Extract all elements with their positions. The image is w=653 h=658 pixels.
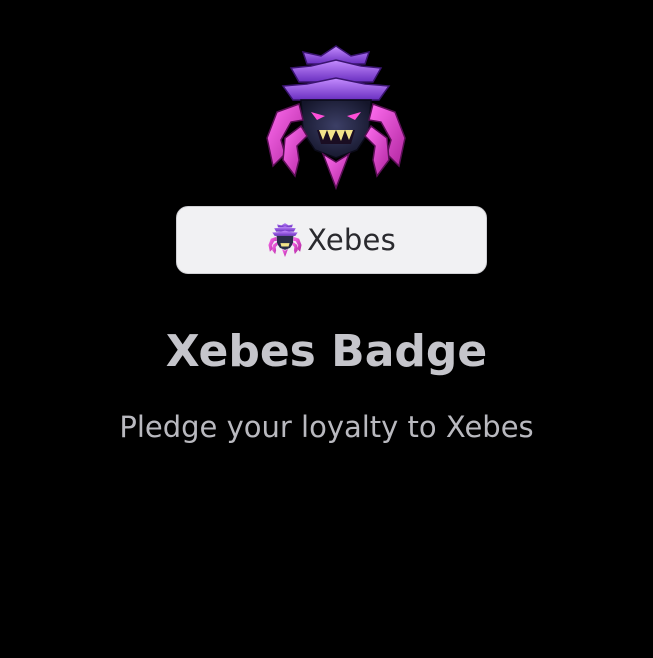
badge-description: Pledge your loyalty to Xebes xyxy=(119,410,534,444)
badge-pill: Xebes xyxy=(176,206,487,274)
badge-card: Xebes Xebes Badge Pledge your loyalty to… xyxy=(0,0,653,658)
xebes-emblem-icon xyxy=(266,45,406,191)
xebes-emblem-icon xyxy=(268,222,302,258)
badge-title: Xebes Badge xyxy=(165,326,488,377)
badge-pill-label: Xebes xyxy=(307,222,396,257)
